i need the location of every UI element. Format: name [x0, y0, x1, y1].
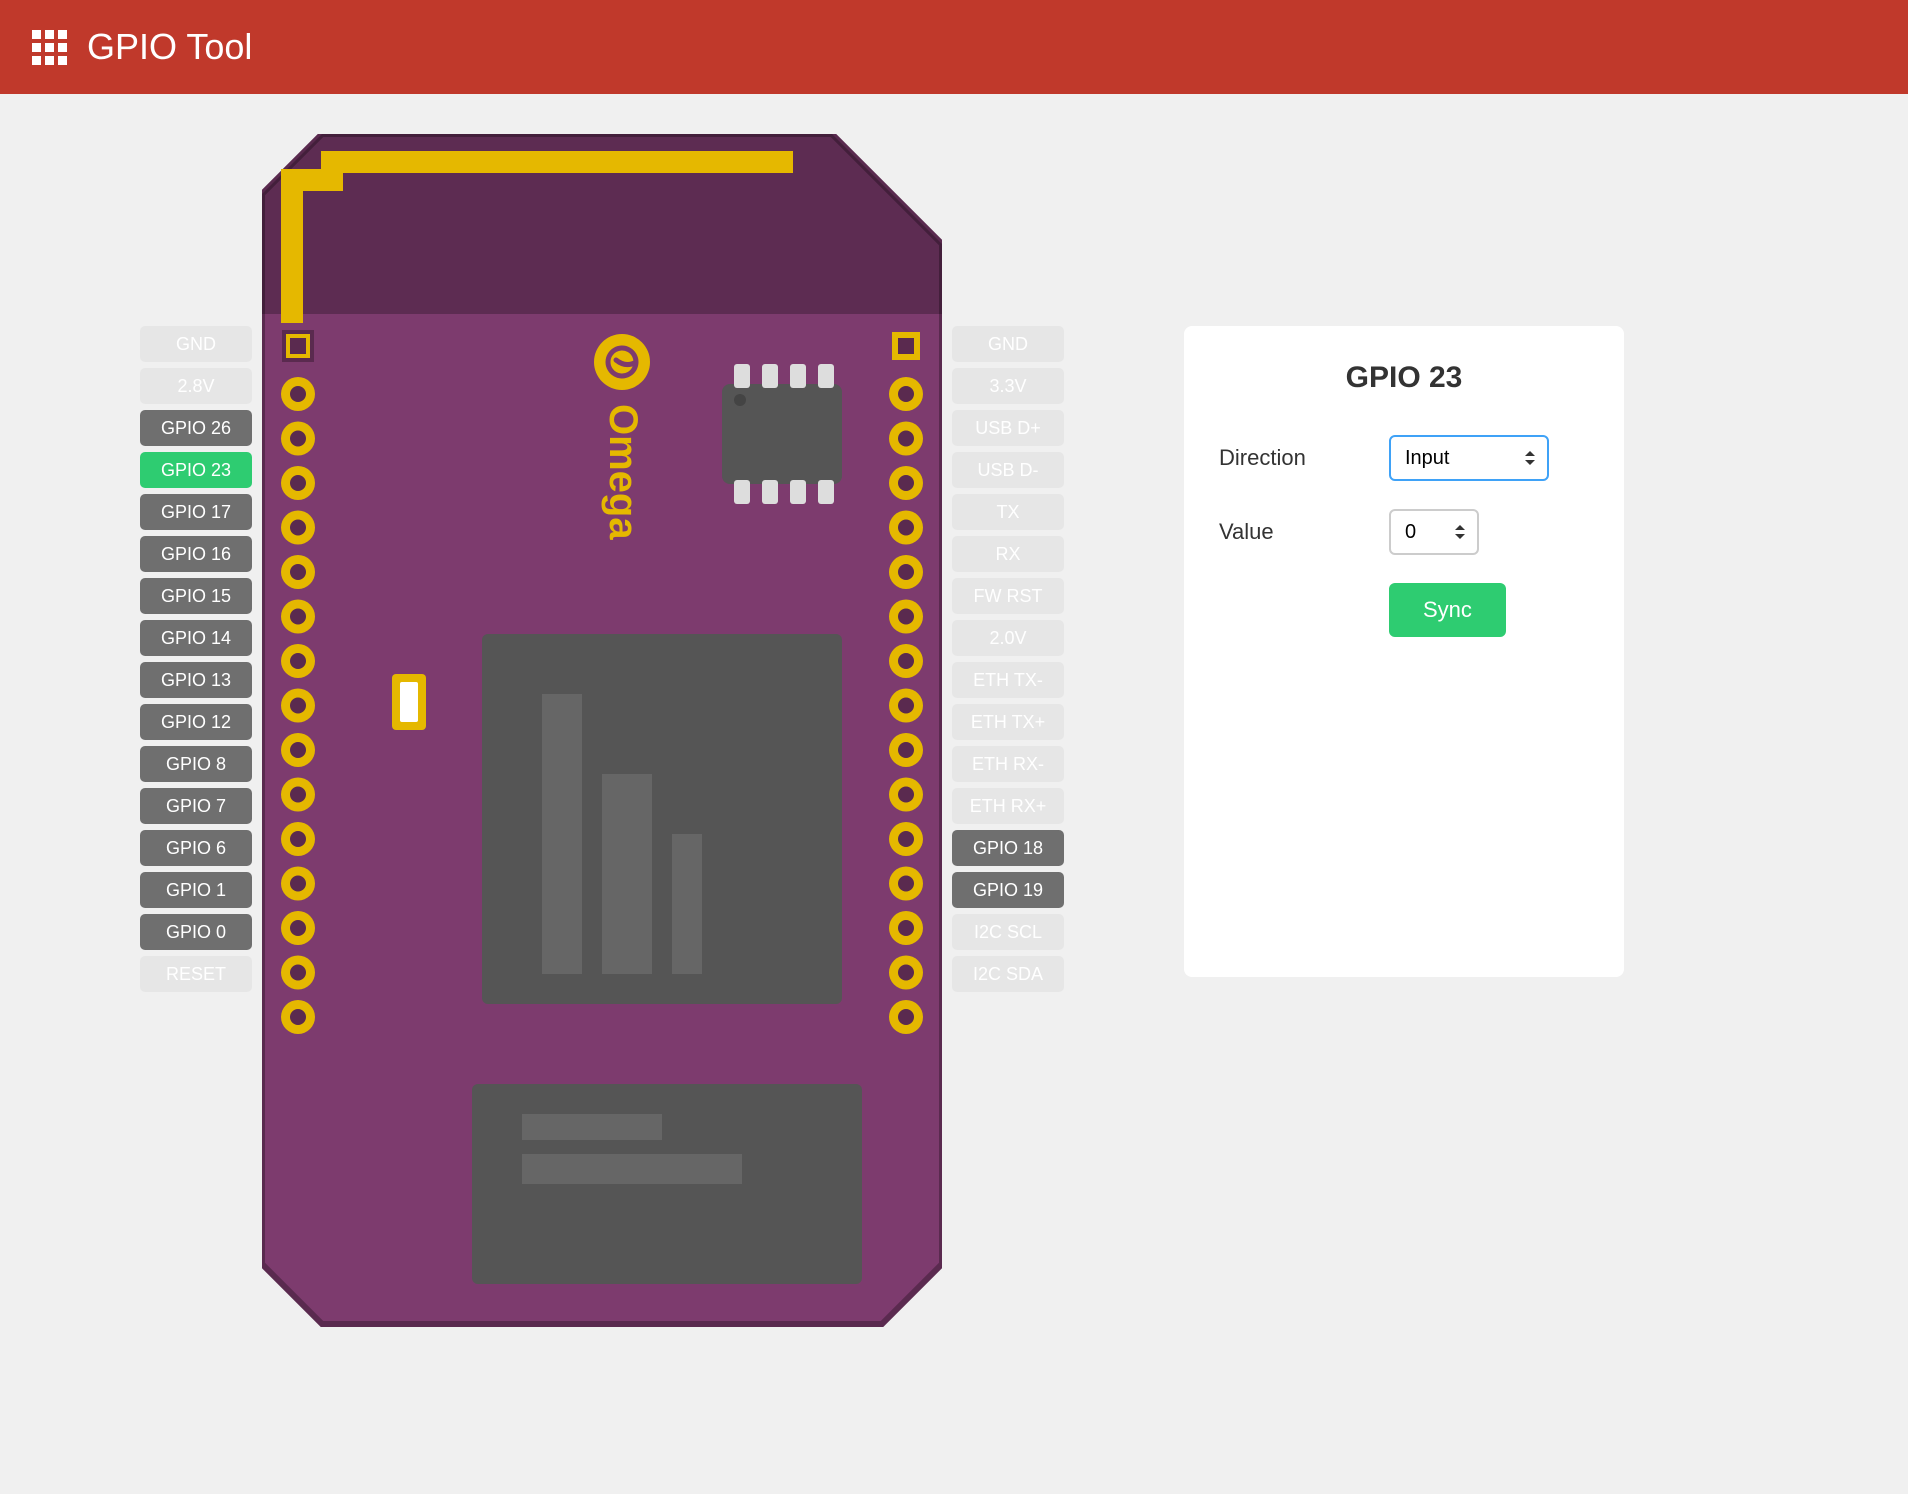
pin-left-gpio-23[interactable]: GPIO 23 [140, 452, 252, 488]
pin-left-reset: RESET [140, 956, 252, 992]
pin-right-usb-d-: USB D- [952, 452, 1064, 488]
page-title: GPIO Tool [87, 26, 252, 68]
pin-left-2.8v: 2.8V [140, 368, 252, 404]
pin-right-rx: RX [952, 536, 1064, 572]
svg-text:Omega: Omega [601, 404, 645, 540]
board-illustration: Omega [262, 134, 942, 1334]
value-label: Value [1219, 519, 1369, 545]
pin-right-eth-tx-: ETH TX- [952, 662, 1064, 698]
pin-right-2.0v: 2.0V [952, 620, 1064, 656]
pin-right-eth-txplus: ETH TX+ [952, 704, 1064, 740]
pin-left-gpio-15[interactable]: GPIO 15 [140, 578, 252, 614]
pin-column-right: GND 3.3V USB D+ USB D- TX RX FW RST 2.0V ETH TX-… [952, 326, 1064, 992]
direction-select[interactable]: Input [1389, 435, 1549, 481]
pin-left-gpio-1[interactable]: GPIO 1 [140, 872, 252, 908]
main-content: GND 2.8V GPIO 26 GPIO 23 GPIO 17 GPIO 16 GPIO … [0, 94, 1908, 1344]
pin-right-i2c-scl: I2C SCL [952, 914, 1064, 950]
pin-right-tx: TX [952, 494, 1064, 530]
pin-left-gpio-14[interactable]: GPIO 14 [140, 620, 252, 656]
app-header: GPIO Tool [0, 0, 1908, 94]
pin-left-gpio-16[interactable]: GPIO 16 [140, 536, 252, 572]
pin-right-gpio-18[interactable]: GPIO 18 [952, 830, 1064, 866]
pin-left-gpio-0[interactable]: GPIO 0 [140, 914, 252, 950]
apps-icon[interactable] [32, 30, 67, 65]
pin-left-gpio-6[interactable]: GPIO 6 [140, 830, 252, 866]
sync-button[interactable]: Sync [1389, 583, 1506, 637]
pin-right-eth-rx-: ETH RX- [952, 746, 1064, 782]
pin-left-gpio-8[interactable]: GPIO 8 [140, 746, 252, 782]
control-panel: GPIO 23 Direction Input Value 0 Sync [1184, 326, 1624, 977]
pin-right-gnd: GND [952, 326, 1064, 362]
pin-right-fw-rst: FW RST [952, 578, 1064, 614]
pin-left-gpio-12[interactable]: GPIO 12 [140, 704, 252, 740]
pin-left-gpio-7[interactable]: GPIO 7 [140, 788, 252, 824]
pin-left-gnd: GND [140, 326, 252, 362]
value-select[interactable]: 0 [1389, 509, 1479, 555]
pin-left-gpio-26[interactable]: GPIO 26 [140, 410, 252, 446]
pin-left-gpio-17[interactable]: GPIO 17 [140, 494, 252, 530]
pin-right-eth-rxplus: ETH RX+ [952, 788, 1064, 824]
pin-right-3.3v: 3.3V [952, 368, 1064, 404]
pin-right-gpio-19[interactable]: GPIO 19 [952, 872, 1064, 908]
pin-right-i2c-sda: I2C SDA [952, 956, 1064, 992]
pin-column-left: GND 2.8V GPIO 26 GPIO 23 GPIO 17 GPIO 16 GPIO … [140, 326, 252, 992]
pin-left-gpio-13[interactable]: GPIO 13 [140, 662, 252, 698]
pin-right-usb-dplus: USB D+ [952, 410, 1064, 446]
board-area: GND 2.8V GPIO 26 GPIO 23 GPIO 17 GPIO 16 GPIO … [140, 134, 1064, 1334]
direction-label: Direction [1219, 445, 1369, 471]
panel-title: GPIO 23 [1219, 361, 1589, 395]
